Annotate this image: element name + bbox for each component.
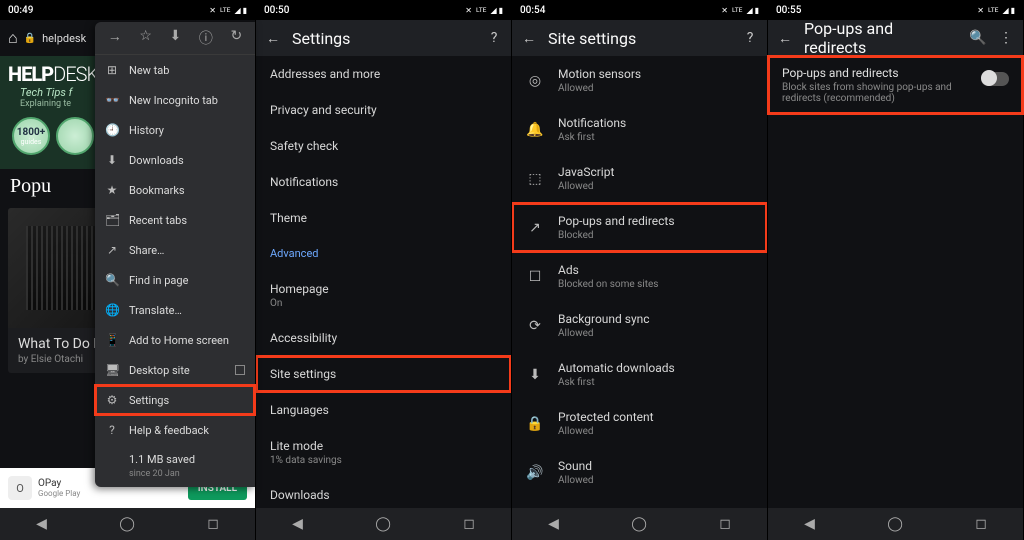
sync-icon: ⟳	[526, 318, 544, 334]
bell-icon: 🔔	[526, 122, 544, 138]
menu-share[interactable]: ↗Share…	[95, 235, 255, 265]
back-arrow-icon[interactable]: ←	[520, 29, 538, 47]
lock-icon: 🔒	[24, 33, 36, 44]
settings-homepage[interactable]: HomepageOn	[256, 271, 511, 320]
status-bar: 00:49 ✕ LTE ◢ ▮	[0, 0, 255, 20]
site-setting-sound[interactable]: 🔊SoundAllowed	[512, 448, 767, 497]
overflow-menu: → ☆ ⬇ ⓘ ↻ ⊞New tab 👓New Incognito tab 🕘H…	[95, 22, 255, 487]
nav-bar: ◀ ◯ ◻	[0, 508, 255, 540]
back-arrow-icon[interactable]: ←	[776, 29, 794, 47]
circle-icon[interactable]: ◯	[119, 516, 135, 532]
ad-app-icon: O	[8, 476, 32, 500]
app-bar: ← Settings ?	[256, 20, 511, 56]
status-icons: ✕ LTE ◢ ▮	[209, 6, 247, 15]
status-bar: 00:50 ✕ LTE ◢ ▮	[256, 0, 511, 20]
search-icon[interactable]: 🔍	[969, 29, 987, 47]
menu-translate[interactable]: 🌐Translate…	[95, 295, 255, 325]
settings-advanced-header: Advanced	[256, 236, 511, 271]
gear-icon: ⚙	[105, 393, 119, 407]
ads-icon: ☐	[526, 269, 544, 285]
settings-privacy[interactable]: Privacy and security	[256, 92, 511, 128]
row-title: Pop-ups and redirects	[782, 66, 973, 80]
row-subtitle: Block sites from showing pop-ups and red…	[782, 82, 973, 104]
settings-safety[interactable]: Safety check	[256, 128, 511, 164]
info-icon[interactable]: ⓘ	[199, 28, 213, 48]
popup-icon: ↗	[526, 220, 544, 236]
settings-addresses[interactable]: Addresses and more	[256, 56, 511, 92]
star-icon: ★	[105, 183, 119, 197]
clock: 00:49	[8, 5, 33, 16]
download-icon: ⬇	[526, 367, 544, 383]
menu-help[interactable]: ?Help & feedback	[95, 415, 255, 445]
site-setting-bell[interactable]: 🔔NotificationsAsk first	[512, 105, 767, 154]
menu-history[interactable]: 🕘History	[95, 115, 255, 145]
site-setting-download[interactable]: ⬇Automatic downloadsAsk first	[512, 350, 767, 399]
history-icon: 🕘	[105, 123, 119, 137]
pane-site-settings: 00:54✕ LTE ◢ ▮ ← Site settings ? ◎Motion…	[512, 0, 768, 540]
home-icon[interactable]: ⌂	[8, 28, 18, 48]
menu-data-saved[interactable]: 1.1 MB savedsince 20 Jan	[95, 445, 255, 487]
share-icon: ↗	[105, 243, 119, 257]
pane-settings: 00:50 ✕ LTE ◢ ▮ ← Settings ? Addresses a…	[256, 0, 512, 540]
site-setting-ads[interactable]: ☐AdsBlocked on some sites	[512, 252, 767, 301]
page-title: Site settings	[548, 29, 731, 48]
menu-incognito[interactable]: 👓New Incognito tab	[95, 85, 255, 115]
download-icon: ⬇	[105, 153, 119, 167]
square-icon[interactable]: ◻	[207, 516, 219, 532]
search-icon: 🔍	[105, 273, 119, 287]
site-setting-sync[interactable]: ⟳Background syncAllowed	[512, 301, 767, 350]
settings-theme[interactable]: Theme	[256, 200, 511, 236]
menu-find[interactable]: 🔍Find in page	[95, 265, 255, 295]
site-setting-motion[interactable]: ◎Motion sensorsAllowed	[512, 56, 767, 105]
sound-icon: 🔊	[526, 465, 544, 481]
plus-box-icon: ⊞	[105, 63, 119, 77]
back-arrow-icon[interactable]: ←	[264, 29, 282, 47]
reload-icon[interactable]: ↻	[230, 28, 242, 48]
popups-toggle-row[interactable]: Pop-ups and redirects Block sites from s…	[768, 56, 1023, 114]
help-icon: ?	[105, 423, 119, 437]
settings-notifications[interactable]: Notifications	[256, 164, 511, 200]
settings-accessibility[interactable]: Accessibility	[256, 320, 511, 356]
site-setting-protected[interactable]: 🔒Protected contentAllowed	[512, 399, 767, 448]
more-icon[interactable]: ⋮	[997, 29, 1015, 47]
motion-icon: ◎	[526, 73, 544, 89]
menu-bookmarks[interactable]: ★Bookmarks	[95, 175, 255, 205]
forward-icon[interactable]: →	[108, 28, 122, 48]
site-setting-js[interactable]: ⬚JavaScriptAllowed	[512, 154, 767, 203]
menu-recent-tabs[interactable]: 🗂Recent tabs	[95, 205, 255, 235]
incognito-icon: 👓	[105, 93, 119, 107]
menu-add-home[interactable]: 📱Add to Home screen	[95, 325, 255, 355]
menu-settings[interactable]: ⚙Settings	[95, 385, 255, 415]
menu-new-tab[interactable]: ⊞New tab	[95, 55, 255, 85]
tabs-icon: 🗂	[105, 213, 119, 227]
download-icon[interactable]: ⬇	[170, 28, 182, 48]
pane-browser-menu: 00:49 ✕ LTE ◢ ▮ ⌂ 🔒 helpdesk HELPDESK Te…	[0, 0, 256, 540]
menu-desktop-site[interactable]: 🖥Desktop site	[95, 355, 255, 385]
translate-icon: 🌐	[105, 303, 119, 317]
help-icon[interactable]: ?	[485, 29, 503, 47]
menu-downloads[interactable]: ⬇Downloads	[95, 145, 255, 175]
pane-popups-redirects: 00:55✕ LTE ◢ ▮ ← Pop-ups and redirects 🔍…	[768, 0, 1024, 540]
desktop-checkbox[interactable]	[235, 365, 245, 375]
settings-lite-mode[interactable]: Lite mode1% data savings	[256, 428, 511, 477]
protected-icon: 🔒	[526, 416, 544, 432]
site-setting-popup[interactable]: ↗Pop-ups and redirectsBlocked	[512, 203, 767, 252]
help-icon[interactable]: ?	[741, 29, 759, 47]
star-icon[interactable]: ☆	[139, 28, 152, 48]
settings-site-settings[interactable]: Site settings	[256, 356, 511, 392]
page-title: Settings	[292, 29, 475, 48]
js-icon: ⬚	[526, 171, 544, 187]
toggle-switch[interactable]	[981, 72, 1009, 86]
settings-languages[interactable]: Languages	[256, 392, 511, 428]
page-title: Pop-ups and redirects	[804, 19, 959, 57]
phone-icon: 📱	[105, 333, 119, 347]
back-icon[interactable]: ◀	[36, 516, 47, 532]
desktop-icon: 🖥	[105, 363, 119, 377]
